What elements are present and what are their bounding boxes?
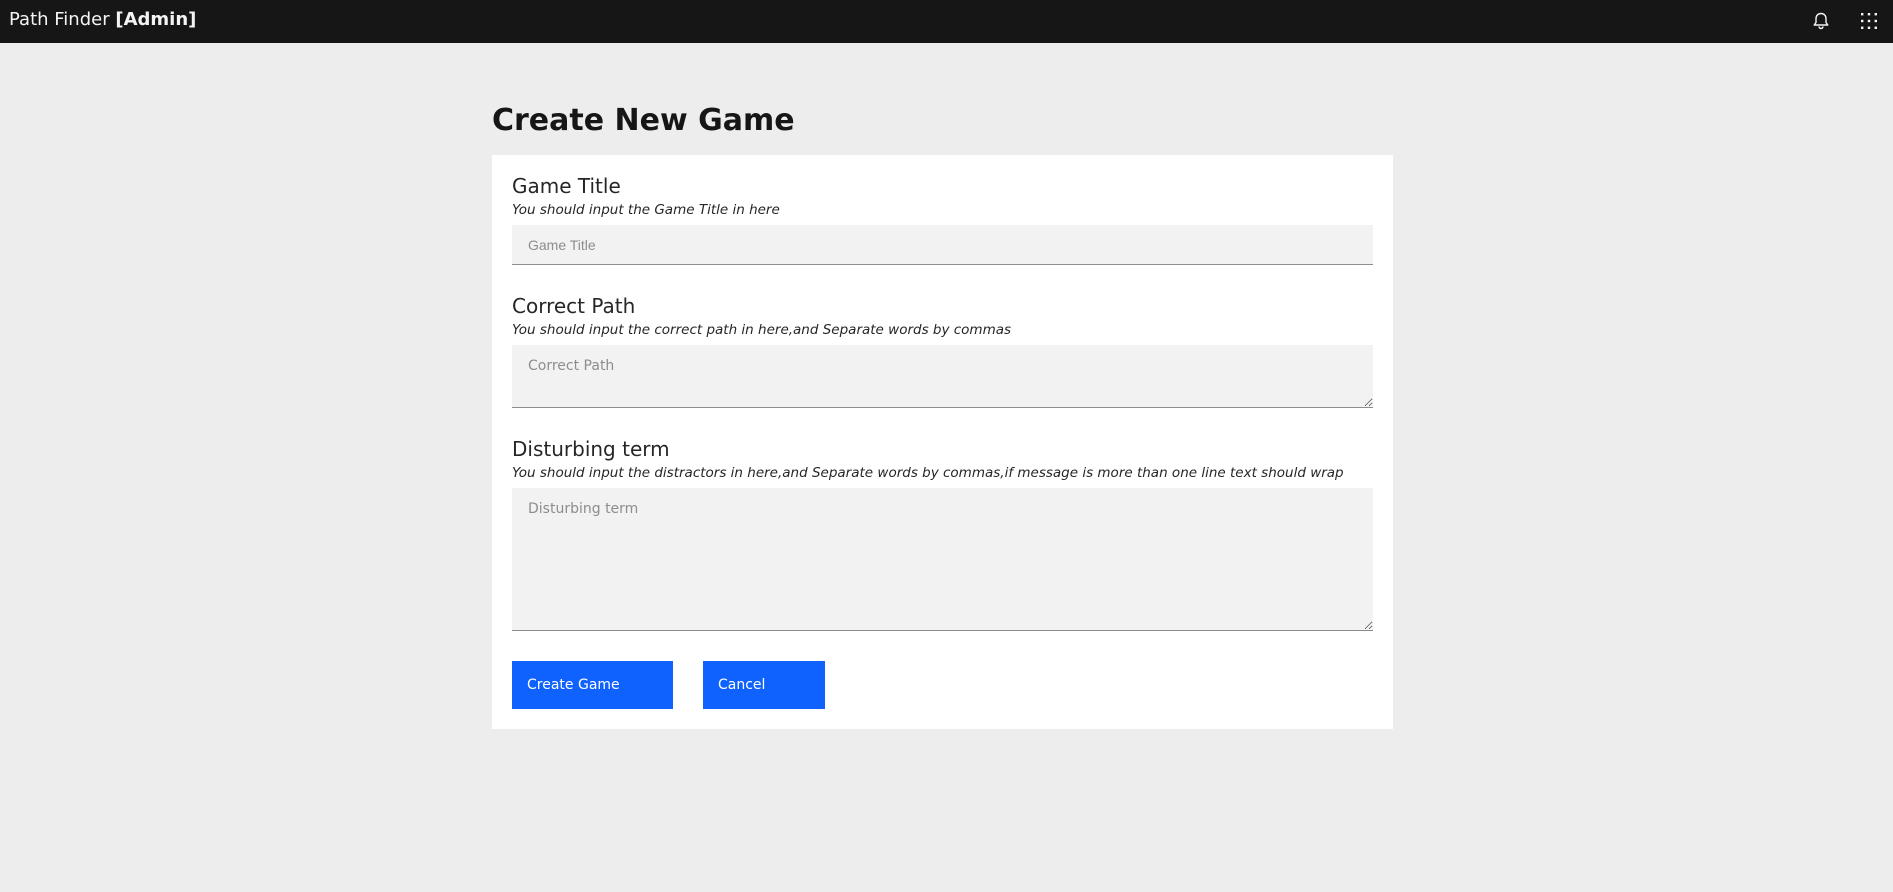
correct-path-textarea[interactable] <box>512 345 1373 408</box>
top-header: Path Finder [Admin] <box>0 0 1893 43</box>
disturbing-term-label: Disturbing term <box>512 437 670 461</box>
correct-path-label: Correct Path <box>512 294 636 318</box>
create-game-button[interactable]: Create Game <box>512 661 673 709</box>
app-suffix: [Admin] <box>115 9 197 30</box>
disturbing-term-textarea[interactable] <box>512 488 1373 631</box>
game-title-input[interactable] <box>512 225 1373 265</box>
notification-icon[interactable] <box>1808 8 1834 34</box>
app-name: Path Finder <box>9 9 110 30</box>
app-switcher-icon[interactable] <box>1856 8 1882 34</box>
disturbing-term-help: You should input the distractors in here… <box>512 465 1344 481</box>
cancel-button[interactable]: Cancel <box>703 661 825 709</box>
app-brand-link[interactable]: Path Finder [Admin] <box>9 9 196 31</box>
game-title-help: You should input the Game Title in here <box>512 202 780 218</box>
game-title-label: Game Title <box>512 174 621 198</box>
create-game-form: Game Title You should input the Game Tit… <box>492 155 1393 729</box>
correct-path-help: You should input the correct path in her… <box>512 322 1012 338</box>
page-title: Create New Game <box>492 103 795 138</box>
